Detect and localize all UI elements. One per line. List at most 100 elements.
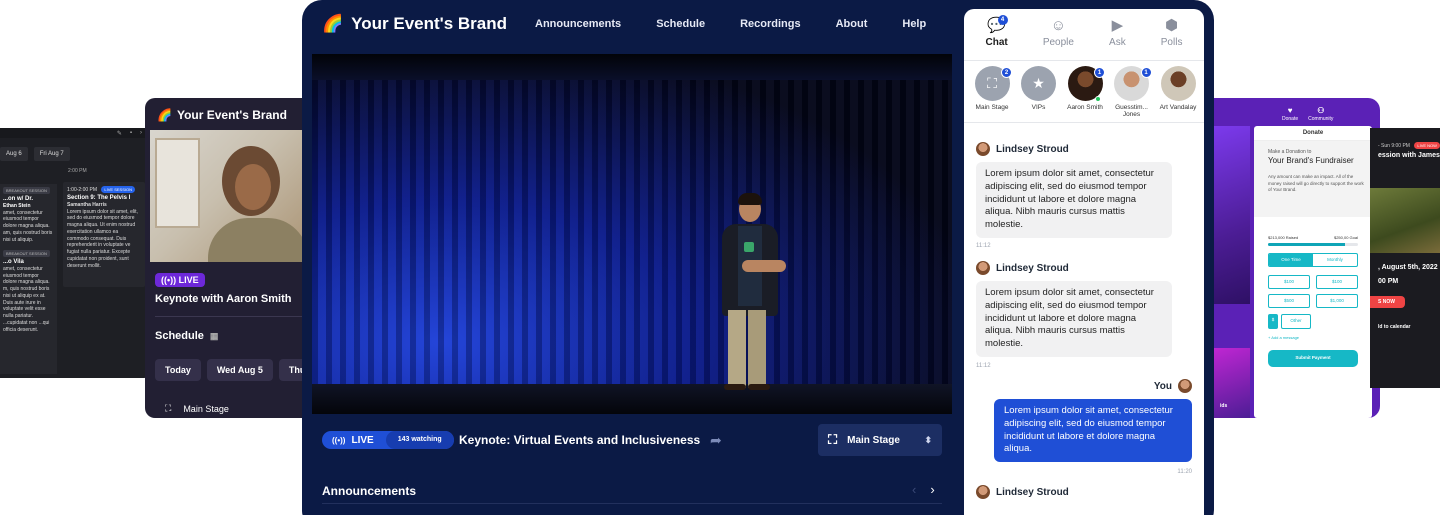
session-badge: BREAKOUT SESSION xyxy=(3,187,50,195)
other-amount-row: $ Other xyxy=(1268,314,1358,329)
panel-title: Donate xyxy=(1254,126,1372,141)
tab-label: Chat xyxy=(985,37,1008,48)
tab-people[interactable]: ☺ People xyxy=(1043,17,1074,60)
message-bubble: Lorem ipsum dolor sit amet, consectetur … xyxy=(994,399,1192,463)
day-tab[interactable]: Aug 6 xyxy=(0,147,28,161)
live-label: LIVE xyxy=(178,275,199,285)
session-text: amet, consectetur eiusmod tempor dolore … xyxy=(3,209,53,243)
nav-community[interactable]: ⚇ Community xyxy=(1308,106,1333,122)
day-tab-wed[interactable]: Wed Aug 5 xyxy=(206,359,273,381)
live-badge: LIVE SESSION xyxy=(101,186,135,194)
message-author: Lindsey Stroud xyxy=(976,142,1172,156)
avatar xyxy=(976,142,990,156)
speaker-hair xyxy=(738,193,762,205)
nav-about[interactable]: About xyxy=(836,18,868,30)
share-icon[interactable]: ➦ xyxy=(710,432,722,449)
freq-monthly[interactable]: Monthly xyxy=(1313,254,1357,266)
stage-video-player[interactable] xyxy=(312,54,952,414)
session-card[interactable]: 1:00-2:00 PM LIVE SESSION Section 9: The… xyxy=(63,182,145,287)
speaker-video[interactable] xyxy=(150,130,315,262)
nav-donate-label: Donate xyxy=(1282,116,1299,122)
stage-select[interactable]: ⛶ Main Stage ⬍ xyxy=(818,424,942,456)
day-tab-today[interactable]: Today xyxy=(155,359,201,381)
brand[interactable]: 🌈 Your Event's Brand xyxy=(145,98,315,132)
schedule-label: Schedule xyxy=(155,330,204,342)
author-name: Lindsey Stroud xyxy=(996,143,1069,155)
raised-row: $213,000 Raised $250,00 Goal xyxy=(1268,235,1358,241)
grid-icon[interactable]: ▪ xyxy=(130,130,132,136)
stream-title: Keynote: Virtual Events and Inclusivenes… xyxy=(459,433,701,447)
shirt-logo xyxy=(744,242,754,252)
brand[interactable]: 🌈 Your Event's Brand xyxy=(322,14,507,34)
day-tabs: Today Wed Aug 5 Thu xyxy=(155,359,315,381)
speaker-shoe xyxy=(748,384,770,390)
tab-ask[interactable]: ▶ Ask xyxy=(1109,17,1126,60)
frequency-toggle: One Time Monthly xyxy=(1268,252,1358,267)
toolbar: ✎ ▪ › xyxy=(0,128,150,138)
join-now-button[interactable]: S NOW xyxy=(1370,296,1405,308)
message-bubble: Lorem ipsum dolor sit amet, consectetur … xyxy=(976,162,1172,239)
live-badge: ((•)) LIVE xyxy=(155,273,205,287)
session-text: Lorem ipsum dolor sit amet, elit, sed do… xyxy=(67,208,138,269)
other-amount-input[interactable]: Other xyxy=(1281,314,1311,329)
chevron-right-icon[interactable]: › xyxy=(930,482,934,497)
rainbow-icon: 🌈 xyxy=(157,108,172,122)
room-guesstimate-jones[interactable]: 1 Guesstim... Jones xyxy=(1112,66,1152,122)
add-to-calendar-link[interactable]: ld to calendar xyxy=(1378,324,1411,330)
edit-icon[interactable]: ✎ xyxy=(117,130,122,137)
amount-button[interactable]: $100 xyxy=(1268,274,1310,290)
nav-schedule[interactable]: Schedule xyxy=(656,18,705,30)
nav-announcements[interactable]: Announcements xyxy=(535,18,621,30)
tab-polls[interactable]: ⬢ Polls xyxy=(1161,17,1183,60)
session-card[interactable]: BREAKOUT SESSION ...on w/ Dr. Ethan Stei… xyxy=(0,184,57,374)
tab-chat[interactable]: 💬 4 Chat xyxy=(985,15,1008,60)
room-vips[interactable]: ★ VIPs xyxy=(1019,66,1059,122)
stage-row[interactable]: ⛶ Main Stage xyxy=(165,403,229,414)
brand-name: Your Event's Brand xyxy=(176,108,287,122)
avatar xyxy=(1160,66,1196,101)
day-tab[interactable]: Fri Aug 7 xyxy=(33,147,70,161)
chat-tabs: 💬 4 Chat ☺ People ▶ Ask ⬢ Polls xyxy=(964,9,1204,61)
make-donation-label: Make a Donation to xyxy=(1268,149,1312,155)
nav-help[interactable]: Help xyxy=(902,18,926,30)
chat-panel: 💬 4 Chat ☺ People ▶ Ask ⬢ Polls ⛶ 2 Main… xyxy=(964,9,1204,515)
rainbow-icon: 🌈 xyxy=(322,14,344,33)
message-time: 11:20 xyxy=(1177,469,1192,475)
speaker-body xyxy=(208,218,308,262)
calendar-icon[interactable]: ▦ xyxy=(210,331,219,342)
author-name: Lindsey Stroud xyxy=(996,262,1069,274)
chevron-left-icon[interactable]: ‹ xyxy=(912,482,916,497)
nav-donate[interactable]: ♥ Donate xyxy=(1282,106,1298,122)
amount-button[interactable]: $100 xyxy=(1316,274,1358,290)
tab-label: People xyxy=(1042,37,1074,48)
room-main-stage[interactable]: ⛶ 2 Main Stage xyxy=(972,66,1012,122)
room-art-vandalay[interactable]: Art Vandalay xyxy=(1158,66,1198,122)
chat-message-own: You Lorem ipsum dolor sit amet, consecte… xyxy=(964,379,1204,463)
community-icon: ⚇ xyxy=(1317,106,1325,115)
submit-payment-button[interactable]: Submit Payment xyxy=(1268,350,1358,367)
freq-one-time[interactable]: One Time xyxy=(1269,253,1313,266)
add-message-link[interactable]: + Add a message xyxy=(1268,335,1358,341)
chat-message: Lindsey Stroud Lorem ipsum dolor sit ame… xyxy=(976,261,1172,358)
room-aaron-smith[interactable]: 1 Aaron Smith xyxy=(1065,66,1105,122)
chevron-right-icon[interactable]: › xyxy=(140,130,142,136)
nav-recordings[interactable]: Recordings xyxy=(740,18,801,30)
amount-button[interactable]: $1,000 xyxy=(1316,294,1358,309)
live-label: LIVE xyxy=(351,434,374,446)
currency-label: $ xyxy=(1268,314,1278,329)
session-speaker: Ethan Stein xyxy=(3,202,31,209)
raised-amount: $213,000 Raised xyxy=(1268,235,1299,240)
author-name: Lindsey Stroud xyxy=(996,486,1069,498)
cube-icon: ⬢ xyxy=(1165,17,1179,34)
speaker-leg xyxy=(728,310,746,388)
event-photo xyxy=(1212,348,1250,418)
speaker-shoe xyxy=(724,384,746,390)
message-author: Lindsey Stroud xyxy=(976,261,1172,275)
session-title: ession with James xyxy=(1378,152,1440,159)
session-time: - Sun 9:00 PM LIVE NOW xyxy=(1370,128,1440,149)
tab-label: Polls xyxy=(1160,37,1183,48)
chat-feed: Lindsey Stroud Lorem ipsum dolor sit ame… xyxy=(964,137,1204,515)
amount-button[interactable]: $500 xyxy=(1268,294,1310,309)
session-title: ...o Vila xyxy=(3,258,24,265)
session-time-label: - Sun 9:00 PM xyxy=(1378,143,1410,149)
